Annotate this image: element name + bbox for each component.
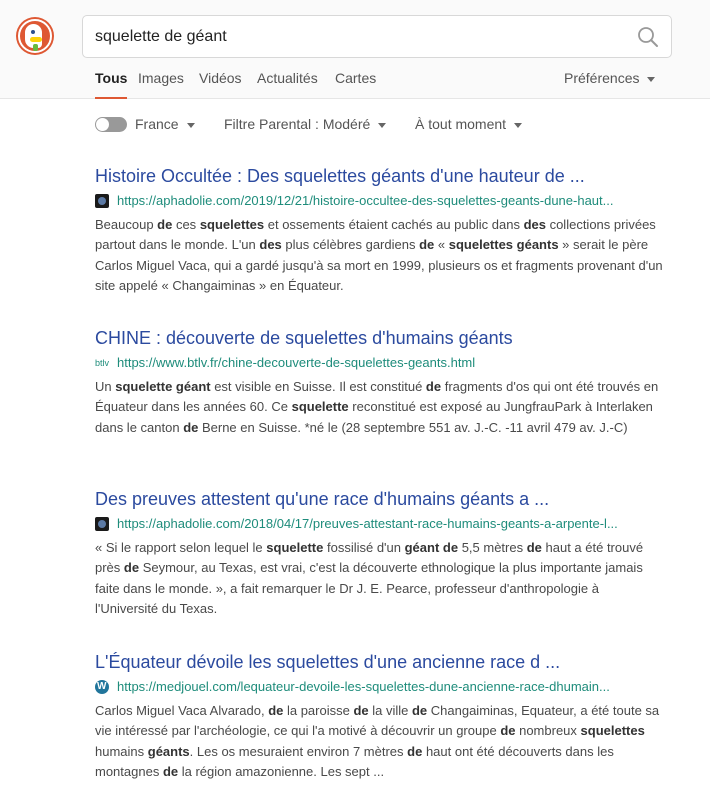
tab-all[interactable]: Tous	[95, 70, 128, 99]
snippet-highlight: squelette	[266, 540, 324, 555]
snippet-text: plus célèbres gardiens	[281, 237, 420, 253]
tab-images[interactable]: Images	[138, 70, 184, 86]
active-tab-indicator	[95, 97, 128, 99]
tab-news[interactable]: Actualités	[257, 70, 318, 86]
snippet-highlight: géants	[147, 743, 190, 759]
snippet-text: Carlos Miguel Vaca Alvarado,	[95, 703, 269, 718]
search-icon[interactable]	[637, 26, 659, 48]
snippet-highlight: de	[425, 379, 442, 394]
tab-all-label: Tous	[95, 70, 128, 86]
result-snippet: Beaucoup de ces squelettes et ossements …	[95, 215, 665, 297]
snippet-highlight: squelettes	[199, 217, 265, 232]
snippet-highlight: de	[268, 703, 284, 718]
site-favicon-icon	[95, 194, 109, 208]
preferences-menu[interactable]: Préférences	[564, 70, 656, 86]
result-snippet: « Si le rapport selon lequel le squelett…	[95, 538, 665, 620]
result-snippet: Carlos Miguel Vaca Alvarado, de la paroi…	[95, 701, 665, 783]
snippet-text: la ville	[368, 703, 412, 718]
snippet-highlight: des	[259, 237, 282, 253]
filter-bar: France Filtre Parental : Modéré À tout m…	[0, 113, 710, 137]
snippet-text: Beaucoup	[95, 217, 158, 232]
region-filter[interactable]: France	[135, 116, 195, 132]
snippet-text: et ossements étaient cachés au public da…	[264, 217, 524, 232]
tab-maps[interactable]: Cartes	[335, 70, 376, 86]
snippet-highlight: squelettes	[580, 723, 645, 739]
snippet-highlight: squelette	[291, 399, 349, 415]
chevron-down-icon	[514, 122, 523, 128]
wordpress-icon	[95, 680, 109, 694]
safe-search-label: Filtre Parental : Modéré	[224, 116, 371, 132]
snippet-highlight: squelettes géants	[448, 237, 559, 253]
time-filter-label: À tout moment	[415, 116, 507, 132]
snippet-text: «	[434, 237, 449, 253]
search-input[interactable]	[95, 27, 615, 47]
region-filter-label: France	[135, 116, 179, 132]
result-title-link[interactable]: L'Équateur dévoile les squelettes d'une …	[95, 650, 665, 674]
duckduckgo-logo-icon[interactable]	[16, 17, 54, 55]
snippet-text: Un	[95, 379, 116, 394]
snippet-text: « Si le rapport selon lequel le	[95, 540, 267, 555]
snippet-text: est visible en Suisse. Il est constitué	[210, 379, 426, 394]
result-title-link[interactable]: Histoire Occultée : Des squelettes géant…	[95, 164, 665, 188]
snippet-text: fossilisé d'un	[323, 540, 405, 555]
result-snippet: Un squelette géant est visible en Suisse…	[95, 377, 665, 438]
snippet-highlight: de	[526, 540, 542, 555]
snippet-text: la région amazonienne. Les sept ...	[178, 764, 385, 780]
chevron-down-icon	[647, 76, 656, 82]
result-url[interactable]: https://medjouel.com/lequateur-devoile-l…	[117, 679, 662, 694]
result-title-link[interactable]: Des preuves attestent qu'une race d'huma…	[95, 487, 665, 511]
safe-search-filter[interactable]: Filtre Parental : Modéré	[224, 116, 387, 132]
snippet-text: 5,5 mètres	[458, 540, 527, 555]
snippet-highlight: de	[183, 419, 199, 435]
chevron-down-icon	[186, 122, 195, 128]
result-url[interactable]: https://www.btlv.fr/chine-decouverte-de-…	[117, 355, 662, 370]
site-favicon-icon	[95, 517, 109, 531]
chevron-down-icon	[378, 122, 387, 128]
snippet-highlight: des	[523, 217, 546, 232]
snippet-text: nombreux	[515, 723, 581, 739]
snippet-text: . Les os mesuraient environ 7 mètres	[189, 743, 408, 759]
header-bar: Tous Images Vidéos Actualités Cartes Pré…	[0, 0, 710, 99]
snippet-highlight: de	[407, 743, 423, 759]
snippet-text: humains	[95, 743, 148, 759]
time-filter[interactable]: À tout moment	[415, 116, 523, 132]
snippet-highlight: de	[353, 703, 369, 718]
snippet-highlight: géant de	[404, 540, 459, 555]
snippet-text: ces	[172, 217, 200, 232]
result-title-link[interactable]: CHINE : découverte de squelettes d'humai…	[95, 326, 665, 350]
snippet-highlight: de	[162, 764, 179, 780]
btlv-icon: btlv	[95, 358, 110, 368]
snippet-text: Seymour, au Texas, est vrai, c'est la dé…	[95, 560, 643, 617]
search-result: Des preuves attestent qu'une race d'huma…	[95, 487, 665, 620]
snippet-highlight: squelette géant	[115, 379, 211, 394]
search-result: CHINE : découverte de squelettes d'humai…	[95, 326, 665, 438]
region-toggle[interactable]	[95, 117, 127, 132]
search-result: Histoire Occultée : Des squelettes géant…	[95, 164, 665, 297]
result-url[interactable]: https://aphadolie.com/2019/12/21/histoir…	[117, 193, 662, 208]
search-box	[82, 15, 672, 58]
snippet-highlight: de	[157, 217, 173, 232]
snippet-highlight: de	[500, 723, 516, 739]
tab-videos[interactable]: Vidéos	[199, 70, 242, 86]
snippet-highlight: de	[419, 237, 435, 253]
snippet-text: la paroisse	[283, 703, 354, 718]
result-url[interactable]: https://aphadolie.com/2018/04/17/preuves…	[117, 516, 662, 531]
search-result: L'Équateur dévoile les squelettes d'une …	[95, 650, 665, 783]
preferences-label: Préférences	[564, 70, 640, 86]
snippet-text: Berne en Suisse. *né le (28 septembre 55…	[198, 419, 628, 435]
snippet-highlight: de	[123, 560, 140, 576]
snippet-highlight: de	[411, 703, 428, 718]
